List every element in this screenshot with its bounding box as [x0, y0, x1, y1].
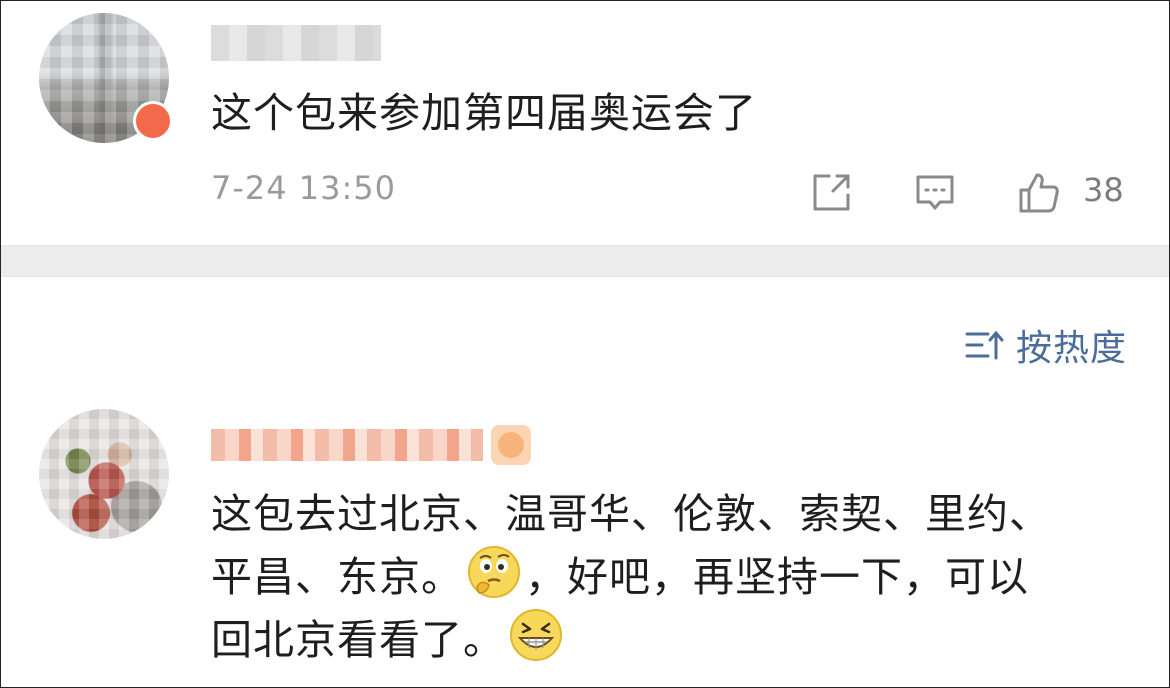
- user-badge-icon: [133, 101, 173, 141]
- comment-line: 回北京看看了。: [211, 608, 1141, 671]
- like-count: 38: [1083, 171, 1124, 209]
- comments-screen: 这个包来参加第四届奥运会了 7-24 13:50 38 按热度 这包去过北京、温…: [0, 0, 1170, 688]
- comment-text: 这包去过北京、温哥华、伦敦、索契、里约、 平昌、东京。 ，好吧，再坚持一下，可以…: [211, 483, 1141, 671]
- thinking-face-icon: [467, 545, 521, 599]
- vip-badge-icon: [491, 425, 531, 465]
- comment-card: 这个包来参加第四届奥运会了 7-24 13:50 38: [1, 1, 1169, 245]
- sort-button[interactable]: 按热度: [964, 319, 1127, 371]
- username-blurred[interactable]: [211, 25, 381, 61]
- sort-label: 按热度: [1015, 328, 1127, 369]
- comment-text-part: ，好吧，再坚持一下，可以: [525, 553, 1029, 601]
- username-blurred[interactable]: [211, 429, 483, 461]
- comment-line: 平昌、东京。 ，好吧，再坚持一下，可以: [211, 545, 1141, 608]
- comment-timestamp: 7-24 13:50: [211, 169, 397, 207]
- grinning-face-icon: [509, 608, 563, 662]
- section-divider: [1, 245, 1169, 277]
- comment-text: 这个包来参加第四届奥运会了: [211, 89, 757, 137]
- avatar[interactable]: [39, 409, 169, 539]
- comment-text-part: 平昌、东京。: [211, 553, 463, 601]
- sort-icon: [964, 328, 1004, 362]
- comment-text-part: 回北京看看了。: [211, 616, 505, 664]
- thumbs-up-icon[interactable]: [1017, 171, 1061, 215]
- share-icon[interactable]: [809, 171, 853, 215]
- avatar-mosaic: [39, 409, 169, 539]
- comment-icon[interactable]: [913, 171, 957, 215]
- comment-line: 这包去过北京、温哥华、伦敦、索契、里约、: [211, 490, 1051, 538]
